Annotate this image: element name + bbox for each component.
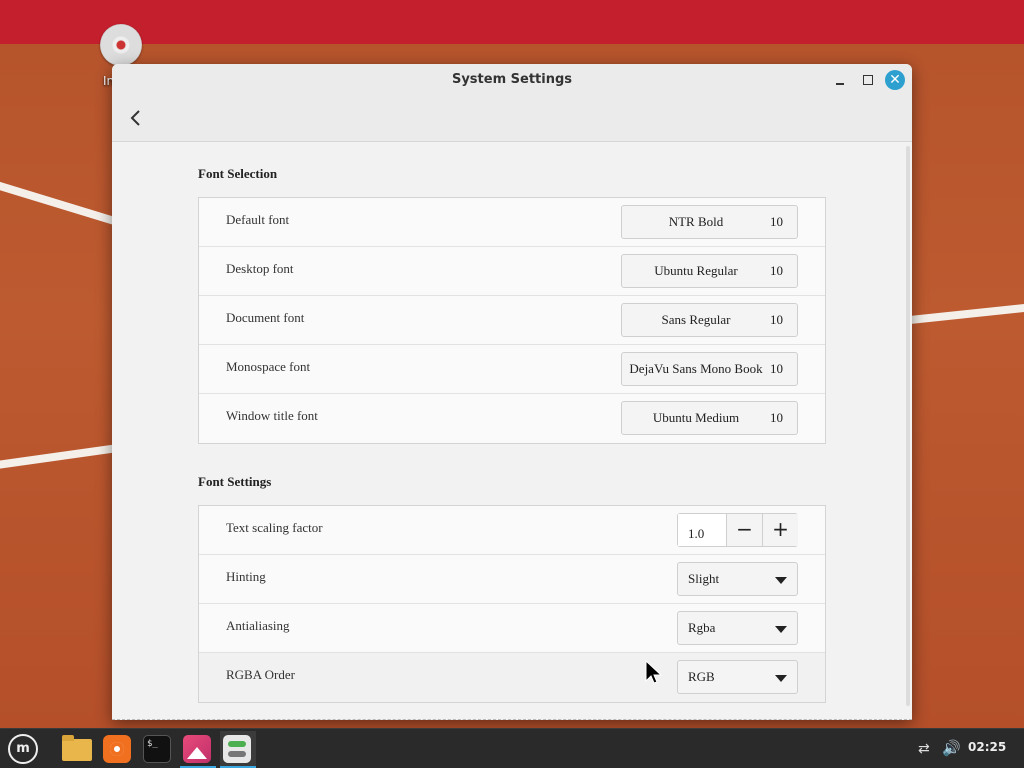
dropdown-arrow-icon [775, 626, 787, 633]
hinting-value: Slight [688, 571, 720, 586]
desktop-font-button[interactable]: Ubuntu Regular 10 [621, 254, 798, 288]
font-settings-title: Font Settings [198, 474, 272, 489]
desktop-top-band [0, 0, 1024, 44]
antialiasing-row: Antialiasing Rgba [199, 604, 825, 653]
font-name: Ubuntu Medium [652, 410, 740, 425]
font-selection-group: Default font NTR Bold 10 Desktop font Ub… [198, 197, 826, 444]
font-size: 10 [770, 312, 783, 327]
font-size: 10 [770, 410, 783, 425]
font-row: Document font Sans Regular 10 [199, 296, 825, 345]
system-settings-launcher[interactable] [220, 731, 256, 768]
folder-icon [62, 735, 92, 761]
antialiasing-dropdown[interactable]: Rgba [677, 611, 798, 645]
font-row: Desktop font Ubuntu Regular 10 [199, 247, 825, 296]
font-selection-title: Font Selection [198, 166, 278, 181]
font-row: Default font NTR Bold 10 [199, 198, 825, 247]
font-row-label: Default font [226, 212, 290, 227]
minimize-button[interactable] [830, 70, 850, 90]
mint-logo-icon: m [8, 734, 38, 764]
minus-icon: − [736, 517, 753, 541]
font-size: 10 [770, 361, 783, 376]
rgba-order-label: RGBA Order [226, 667, 295, 682]
back-button[interactable] [124, 104, 148, 132]
clock[interactable]: 02:25 [968, 740, 1006, 754]
font-row: Monospace font DejaVu Sans Mono Book 10 [199, 345, 825, 394]
image-viewer-launcher[interactable] [180, 731, 216, 768]
scaling-row: Text scaling factor − + [199, 506, 825, 555]
terminal-icon: $_ [143, 735, 171, 763]
firefox-launcher[interactable] [100, 731, 136, 767]
header-bar [112, 96, 912, 142]
settings-content: Font Selection Default font NTR Bold 10 … [112, 142, 912, 720]
rgba-order-value: RGB [688, 669, 715, 684]
font-settings-group: Text scaling factor − + Hinting Slight [198, 505, 826, 703]
plus-icon: + [772, 517, 789, 541]
image-icon [183, 735, 211, 763]
antialiasing-value: Rgba [688, 620, 716, 635]
font-name: Ubuntu Regular [654, 263, 738, 278]
antialiasing-label: Antialiasing [226, 618, 290, 633]
font-row-label: Window title font [226, 408, 318, 423]
disc-drive-icon[interactable] [100, 24, 144, 68]
window-titlebar[interactable]: System Settings ✕ [112, 64, 912, 96]
font-row-label: Document font [226, 310, 305, 325]
font-name: Sans Regular [661, 312, 731, 327]
dropdown-arrow-icon [775, 675, 787, 682]
start-menu-button[interactable]: m [4, 731, 40, 767]
terminal-launcher[interactable]: $_ [140, 731, 176, 767]
window-title-font-button[interactable]: Ubuntu Medium 10 [621, 401, 798, 435]
taskbar: m $_ ⇄ 🔊 02:25 [0, 728, 1024, 768]
hinting-label: Hinting [226, 569, 266, 584]
window-title: System Settings [451, 72, 573, 87]
hinting-row: Hinting Slight [199, 555, 825, 604]
document-font-button[interactable]: Sans Regular 10 [621, 303, 798, 337]
increment-button[interactable]: + [762, 514, 798, 546]
dropdown-arrow-icon [775, 577, 787, 584]
system-settings-window: System Settings ✕ Font Selection Default… [112, 64, 912, 720]
monospace-font-button[interactable]: DejaVu Sans Mono Book 10 [621, 352, 798, 386]
hinting-dropdown[interactable]: Slight [677, 562, 798, 596]
font-name: DejaVu Sans Mono Book [629, 361, 763, 376]
chevron-left-icon [130, 110, 140, 126]
settings-toggle-icon [223, 735, 251, 763]
rgba-order-row: RGBA Order RGB [199, 653, 825, 702]
files-launcher[interactable] [60, 731, 96, 767]
close-button[interactable]: ✕ [885, 70, 905, 90]
firefox-icon [103, 735, 131, 763]
font-row: Window title font Ubuntu Medium 10 [199, 394, 825, 443]
font-size: 10 [770, 263, 783, 278]
close-icon: ✕ [889, 72, 901, 88]
volume-icon[interactable]: 🔊 [942, 739, 961, 757]
default-font-button[interactable]: NTR Bold 10 [621, 205, 798, 239]
scaling-input[interactable] [678, 514, 726, 546]
font-size: 10 [770, 214, 783, 229]
scaling-spinbox: − + [677, 513, 798, 547]
maximize-button[interactable] [858, 70, 878, 90]
font-row-label: Desktop font [226, 261, 294, 276]
rgba-order-dropdown[interactable]: RGB [677, 660, 798, 694]
mouse-cursor-icon [645, 660, 663, 684]
decrement-button[interactable]: − [726, 514, 762, 546]
font-row-label: Monospace font [226, 359, 311, 374]
network-icon[interactable]: ⇄ [918, 741, 930, 757]
font-name: NTR Bold [668, 214, 724, 229]
scaling-label: Text scaling factor [226, 520, 323, 535]
scrollbar[interactable] [906, 146, 910, 706]
